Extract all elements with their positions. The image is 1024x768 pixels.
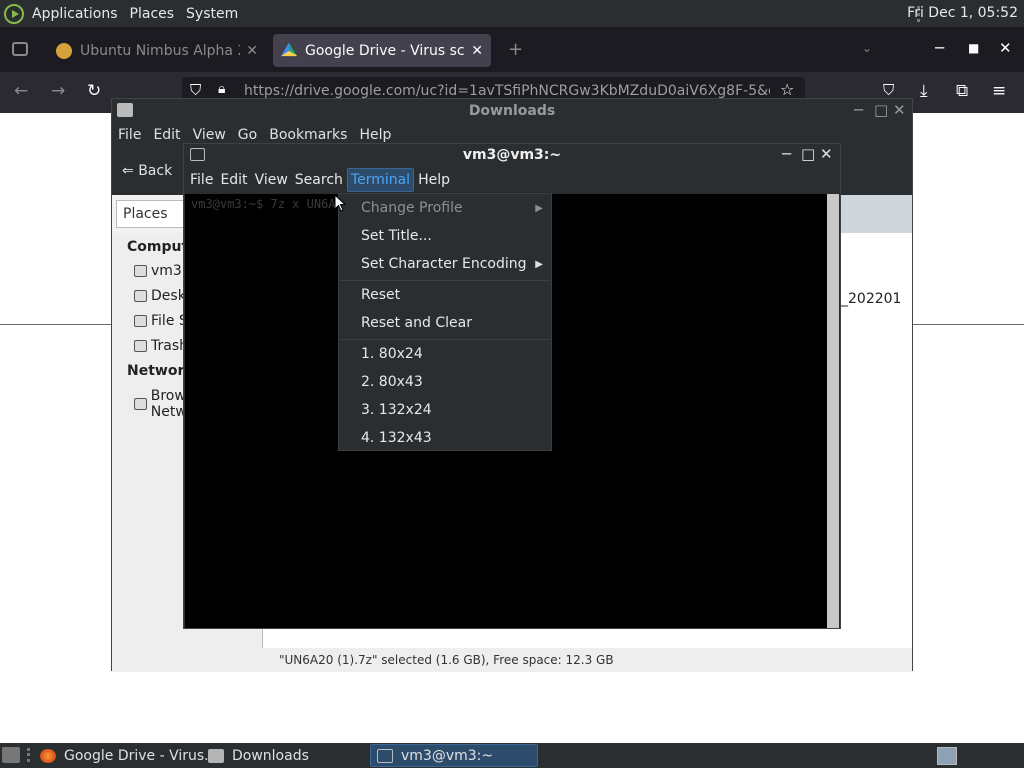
trash-icon bbox=[134, 340, 147, 352]
file-item-label[interactable]: _202201 bbox=[841, 291, 901, 307]
taskbar-item-downloads[interactable]: Downloads bbox=[202, 744, 315, 767]
lock-icon[interactable]: 🔒︎ bbox=[218, 81, 225, 97]
maximize-icon[interactable]: □ bbox=[801, 145, 815, 163]
status-bar: "UN6A20 (1).7z" selected (1.6 GB), Free … bbox=[112, 648, 912, 672]
bottom-taskbar: Google Drive - Virus... Downloads vm3@vm… bbox=[0, 743, 1024, 768]
sidebar-item-trash[interactable]: Trash bbox=[134, 338, 188, 354]
taskbar-item-terminal[interactable]: vm3@vm3:~ bbox=[370, 744, 538, 767]
back-arrow-icon[interactable]: ← bbox=[14, 81, 28, 101]
menu-help[interactable]: Help bbox=[359, 127, 391, 143]
menu-search[interactable]: Search bbox=[292, 169, 346, 191]
desktop-folder-icon bbox=[134, 290, 147, 302]
window-title: vm3@vm3:~ bbox=[462, 147, 562, 163]
close-icon[interactable]: ✕ bbox=[820, 145, 833, 163]
menu-view[interactable]: View bbox=[252, 169, 291, 191]
forward-arrow-icon[interactable]: → bbox=[51, 81, 65, 101]
tab-list-icon[interactable] bbox=[12, 42, 28, 56]
window-title: Downloads bbox=[468, 103, 556, 119]
network-icon bbox=[134, 398, 147, 410]
minimize-icon[interactable]: ─ bbox=[935, 39, 944, 57]
download-icon[interactable]: ⤓ bbox=[920, 81, 928, 101]
menu-file[interactable]: File bbox=[187, 169, 216, 191]
tab-title: Ubuntu Nimbus Alpha 2... bbox=[80, 42, 240, 59]
close-icon[interactable]: ✕ bbox=[999, 39, 1012, 57]
tab-title: Google Drive - Virus scan warning bbox=[305, 42, 465, 59]
maximize-icon[interactable]: ■ bbox=[968, 41, 979, 55]
submenu-arrow-icon: ▶ bbox=[535, 259, 543, 270]
ubuntu-favicon-icon bbox=[56, 42, 72, 59]
back-label: Back bbox=[138, 163, 173, 179]
places-menu[interactable]: Places bbox=[124, 6, 181, 22]
show-desktop-icon[interactable] bbox=[2, 747, 20, 763]
menu-item-set-character-encoding[interactable]: Set Character Encoding bbox=[361, 256, 527, 272]
tab-ubuntu[interactable]: Ubuntu Nimbus Alpha 2... ✕ bbox=[48, 34, 266, 67]
menu-item-80x43[interactable]: 2. 80x43 bbox=[361, 374, 423, 390]
menu-view[interactable]: View bbox=[193, 127, 226, 143]
tab-bar: Ubuntu Nimbus Alpha 2... ✕ Google Drive … bbox=[0, 27, 1024, 72]
google-drive-favicon-icon bbox=[281, 42, 297, 57]
close-icon[interactable]: ✕ bbox=[893, 101, 906, 119]
panel-grip-icon bbox=[27, 748, 30, 762]
menu-bar: File Edit View Go Bookmarks Help bbox=[118, 127, 391, 143]
shield-icon[interactable]: ⛉ bbox=[190, 81, 201, 99]
terminal-icon bbox=[377, 748, 393, 763]
menu-item-80x24[interactable]: 1. 80x24 bbox=[361, 346, 423, 362]
submenu-arrow-icon: ▶ bbox=[535, 203, 543, 214]
applications-menu[interactable]: Applications bbox=[26, 6, 124, 22]
system-menu[interactable]: System bbox=[180, 6, 244, 22]
menu-item-set-title[interactable]: Set Title... bbox=[361, 228, 432, 244]
sidebar-item-vm3[interactable]: vm3 bbox=[134, 263, 182, 279]
menu-edit[interactable]: Edit bbox=[153, 127, 180, 143]
minimize-icon[interactable]: ─ bbox=[854, 101, 863, 119]
menu-edit[interactable]: Edit bbox=[217, 169, 250, 191]
menu-item-132x24[interactable]: 3. 132x24 bbox=[361, 402, 432, 418]
taskbar-item-firefox[interactable]: Google Drive - Virus... bbox=[34, 744, 224, 767]
menu-bar: File Edit View Search Terminal Help bbox=[184, 167, 840, 193]
menu-item-reset[interactable]: Reset bbox=[361, 287, 400, 303]
menu-help[interactable]: Help bbox=[415, 169, 453, 191]
new-tab-button[interactable]: + bbox=[508, 39, 523, 60]
hamburger-menu-icon[interactable]: ≡ bbox=[992, 81, 1006, 101]
menu-item-change-profile[interactable]: Change Profile bbox=[361, 200, 463, 216]
terminal-prompt: vm3@vm3:~$ 7z x UN6A bbox=[191, 197, 336, 211]
tab-close-icon[interactable]: ✕ bbox=[471, 43, 483, 59]
clock[interactable]: Fri Dec 1, 05:52 bbox=[907, 5, 1018, 21]
mate-logo-icon[interactable] bbox=[4, 3, 24, 24]
top-panel: Applications Places System Fri Dec 1, 05… bbox=[0, 0, 1024, 27]
file-system-icon bbox=[134, 315, 147, 327]
back-arrow-icon: ⇐ bbox=[122, 163, 134, 179]
menu-terminal[interactable]: Terminal bbox=[346, 168, 415, 192]
back-button[interactable]: ⇐ Back bbox=[122, 163, 172, 179]
menu-item-reset-and-clear[interactable]: Reset and Clear bbox=[361, 315, 472, 331]
url-text[interactable]: https://drive.google.com/uc?id=1avTSfiPh… bbox=[244, 83, 770, 99]
menu-item-132x43[interactable]: 4. 132x43 bbox=[361, 430, 432, 446]
menu-file[interactable]: File bbox=[118, 127, 141, 143]
minimize-icon[interactable]: ─ bbox=[782, 145, 791, 163]
reload-icon[interactable]: ↻ bbox=[87, 81, 101, 101]
menu-separator bbox=[340, 280, 550, 281]
pocket-icon[interactable]: ⛉ bbox=[883, 81, 894, 99]
scrollbar[interactable] bbox=[827, 194, 839, 628]
menu-separator bbox=[340, 339, 550, 340]
folder-icon bbox=[208, 748, 224, 763]
workspace-switcher-icon[interactable] bbox=[937, 747, 957, 765]
bookmark-star-icon[interactable]: ☆ bbox=[780, 80, 794, 99]
menu-bookmarks[interactable]: Bookmarks bbox=[269, 127, 347, 143]
tab-google-drive[interactable]: Google Drive - Virus scan warning ✕ bbox=[273, 34, 491, 67]
home-folder-icon bbox=[134, 265, 147, 277]
chevron-down-icon[interactable]: ⌄ bbox=[862, 41, 872, 55]
maximize-icon[interactable]: □ bbox=[874, 101, 888, 119]
tab-close-icon[interactable]: ✕ bbox=[246, 43, 258, 59]
firefox-icon bbox=[40, 748, 56, 763]
terminal-menu-dropdown: Change Profile ▶ Set Title... Set Charac… bbox=[338, 193, 552, 451]
extensions-icon[interactable]: ⧉ bbox=[956, 81, 968, 101]
menu-go[interactable]: Go bbox=[238, 127, 257, 143]
